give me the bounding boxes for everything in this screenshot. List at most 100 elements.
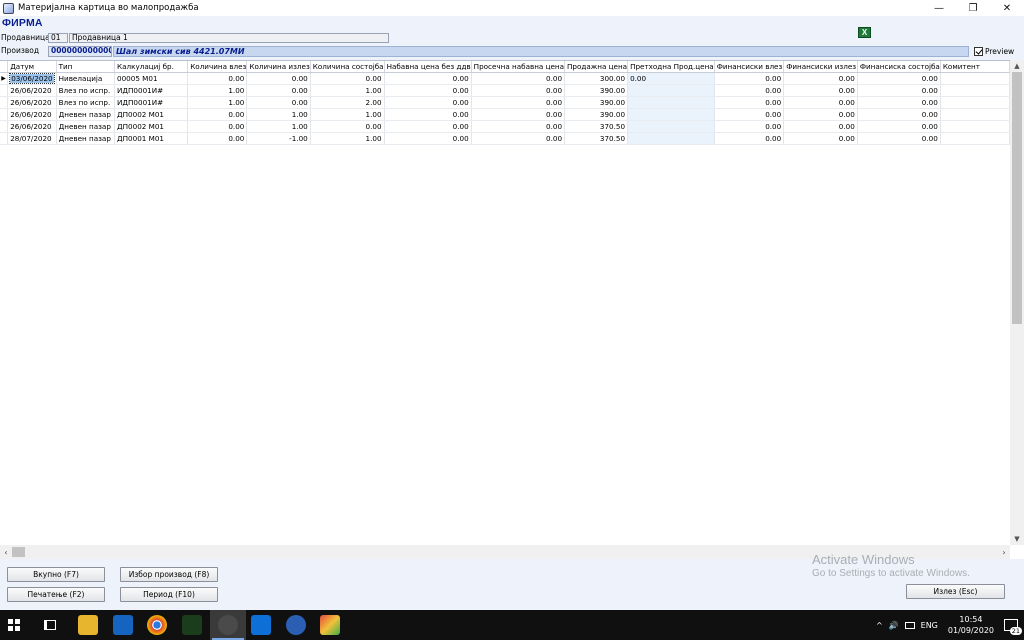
table-cell[interactable] [627, 108, 715, 121]
row-indicator[interactable] [0, 84, 9, 97]
table-cell[interactable]: 0.00 [714, 72, 785, 85]
clock[interactable]: 10:54 01/09/2020 [948, 614, 994, 636]
task-view-icon[interactable] [44, 620, 56, 630]
store-code-field[interactable]: 01 [48, 33, 68, 43]
column-header[interactable]: Калкулациј бр. [114, 61, 189, 73]
total-button[interactable]: Вкупно (F7) [7, 567, 105, 582]
table-cell[interactable]: 0.00 [714, 132, 785, 145]
table-cell[interactable]: 0.00 [857, 72, 941, 85]
table-cell[interactable] [627, 132, 715, 145]
table-cell[interactable] [940, 120, 1011, 133]
table-cell[interactable]: 1.00 [246, 120, 311, 133]
store-name-field[interactable]: Продавница 1 [69, 33, 389, 43]
table-cell[interactable]: 390.00 [564, 84, 629, 97]
table-cell[interactable]: 28/07/2020 [7, 132, 57, 145]
paint-icon[interactable] [320, 615, 340, 635]
horizontal-scroll-thumb[interactable] [12, 547, 25, 557]
table-cell[interactable]: Влез по испр. [56, 96, 116, 109]
table-row[interactable]: 26/06/2020 Дневен пазар ДП0002 М01 0.00 1.00… [0, 120, 1011, 133]
table-cell[interactable]: Дневен пазар [56, 132, 116, 145]
notification-icon[interactable]: 21 [1004, 619, 1022, 635]
table-cell[interactable]: 00005 М01 [114, 72, 189, 85]
table-row[interactable]: ▶ 03/06/2020 Нивелација 00005 М01 0.00 0.00 0.… [0, 72, 1011, 85]
column-header[interactable]: Датум [7, 61, 57, 73]
current-row-indicator-icon[interactable]: ▶ [0, 72, 9, 85]
table-cell[interactable]: 0.00 [627, 72, 715, 85]
table-cell[interactable]: 1.00 [310, 108, 385, 121]
volume-icon[interactable]: 🔊 [889, 621, 899, 630]
minimize-button[interactable]: — [922, 0, 956, 16]
table-cell[interactable]: 0.00 [714, 108, 785, 121]
show-hidden-icons-icon[interactable]: ^ [876, 621, 883, 630]
table-row[interactable]: 26/06/2020 Влез по испр. ИДП0001И# 1.00 0.00… [0, 84, 1011, 97]
table-cell[interactable]: 0.00 [310, 120, 385, 133]
maximize-button[interactable]: ❐ [956, 0, 990, 16]
table-cell[interactable]: 0.00 [187, 120, 248, 133]
app-green-icon[interactable] [182, 615, 202, 635]
scroll-right-icon[interactable]: › [998, 545, 1010, 559]
column-header[interactable]: Продажна цена [564, 61, 629, 73]
table-cell[interactable]: 1.00 [310, 132, 385, 145]
select-product-button[interactable]: Избор производ (F8) [120, 567, 218, 582]
column-header[interactable]: Комитент [940, 61, 1011, 73]
vertical-scrollbar[interactable]: ▲ ▼ [1010, 60, 1024, 545]
table-cell[interactable]: 0.00 [246, 72, 311, 85]
checkbox-icon[interactable] [974, 47, 983, 56]
scroll-up-icon[interactable]: ▲ [1010, 60, 1024, 72]
excel-export-icon[interactable]: X [858, 27, 871, 38]
table-cell[interactable] [940, 96, 1011, 109]
exit-button[interactable]: Излез (Esc) [906, 584, 1005, 599]
windows-start-icon[interactable] [8, 619, 20, 631]
table-cell[interactable]: 0.00 [857, 132, 941, 145]
table-cell[interactable]: 0.00 [384, 108, 472, 121]
table-cell[interactable]: 0.00 [783, 132, 858, 145]
table-cell[interactable] [940, 132, 1011, 145]
column-header[interactable]: Претходна Прод.цена [627, 61, 715, 73]
table-cell[interactable]: 0.00 [384, 96, 472, 109]
vertical-scroll-thumb[interactable] [1012, 72, 1022, 324]
table-cell[interactable]: ДП0002 М01 [114, 108, 189, 121]
table-cell[interactable]: 0.00 [783, 96, 858, 109]
table-row[interactable]: 26/06/2020 Влез по испр. ИДП0001И# 1.00 0.00… [0, 96, 1011, 109]
table-cell[interactable]: ИДП0001И# [114, 84, 189, 97]
row-indicator[interactable] [0, 132, 9, 145]
network-icon[interactable] [904, 621, 915, 629]
table-cell[interactable]: 0.00 [384, 84, 472, 97]
table-cell[interactable]: 0.00 [857, 84, 941, 97]
table-cell[interactable]: 370.50 [564, 120, 629, 133]
language-indicator[interactable]: ENG [921, 621, 938, 630]
table-cell[interactable]: 0.00 [384, 72, 472, 85]
table-cell[interactable]: 0.00 [384, 132, 472, 145]
table-cell[interactable]: 0.00 [857, 96, 941, 109]
print-button[interactable]: Печатење (F2) [7, 587, 105, 602]
table-cell[interactable]: 0.00 [714, 96, 785, 109]
table-cell[interactable]: 0.00 [384, 120, 472, 133]
table-cell[interactable]: 0.00 [783, 72, 858, 85]
table-cell[interactable]: 0.00 [857, 108, 941, 121]
column-header[interactable]: Количина излез [246, 61, 311, 73]
period-button[interactable]: Период (F10) [120, 587, 218, 602]
table-cell[interactable]: -1.00 [246, 132, 311, 145]
column-header[interactable]: Просечна набавна цена [471, 61, 566, 73]
table-cell[interactable]: 0.00 [246, 84, 311, 97]
table-cell[interactable]: 0.00 [783, 84, 858, 97]
table-cell[interactable]: 0.00 [783, 120, 858, 133]
column-header[interactable]: Тип [56, 61, 116, 73]
table-cell[interactable]: 0.00 [310, 72, 385, 85]
table-cell[interactable]: Влез по испр. [56, 84, 116, 97]
column-header[interactable]: Набавна цена без ддв [384, 61, 472, 73]
table-cell[interactable]: ИДП0001И# [114, 96, 189, 109]
preview-checkbox[interactable]: Preview [974, 47, 1014, 56]
table-cell[interactable]: 0.00 [783, 108, 858, 121]
table-cell[interactable]: 0.00 [471, 84, 566, 97]
table-cell[interactable]: Дневен пазар [56, 120, 116, 133]
row-indicator[interactable] [0, 96, 9, 109]
table-cell[interactable]: 300.00 [564, 72, 629, 85]
scroll-left-icon[interactable]: ‹ [0, 545, 12, 559]
table-cell[interactable] [627, 120, 715, 133]
table-row[interactable]: 28/07/2020 Дневен пазар ДП0001 М01 0.00 -1.0… [0, 132, 1011, 145]
table-cell[interactable]: 370.50 [564, 132, 629, 145]
table-cell[interactable] [940, 72, 1011, 85]
table-row[interactable]: 26/06/2020 Дневен пазар ДП0002 М01 0.00 1.00… [0, 108, 1011, 121]
file-explorer-icon[interactable] [78, 615, 98, 635]
